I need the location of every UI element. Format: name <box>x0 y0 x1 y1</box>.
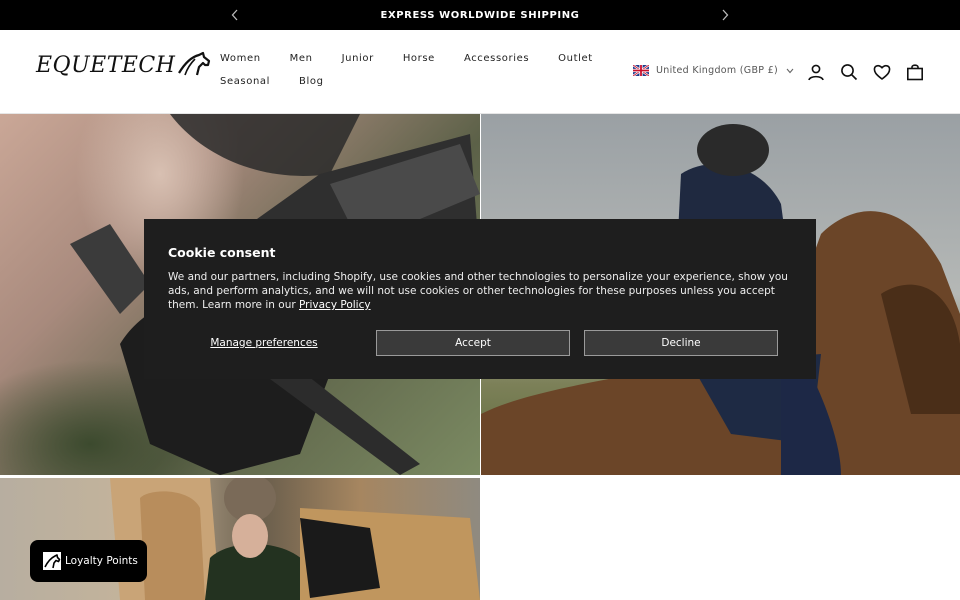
announcement-bar: EXPRESS WORLDWIDE SHIPPING <box>0 0 960 30</box>
horse-head-logo-icon <box>178 51 211 76</box>
cookie-consent-banner: Cookie consent We and our partners, incl… <box>144 219 816 379</box>
brand-name: EQUETECH <box>36 52 176 78</box>
nav-row-primary: Women Men Junior Horse Accessories Outle… <box>220 53 620 68</box>
country-selector[interactable]: United Kingdom (GBP £) <box>633 65 794 76</box>
nav-item-outlet[interactable]: Outlet <box>558 53 593 68</box>
nav-item-women[interactable]: Women <box>220 53 261 68</box>
nav-item-accessories[interactable]: Accessories <box>464 53 529 68</box>
search-icon[interactable] <box>839 62 859 82</box>
uk-flag-icon <box>633 65 649 76</box>
privacy-policy-link[interactable]: Privacy Policy <box>299 299 371 311</box>
brand-logo[interactable]: EQUETECH <box>36 50 211 80</box>
nav-item-men[interactable]: Men <box>290 53 313 68</box>
account-icon[interactable] <box>806 62 826 82</box>
wishlist-heart-icon[interactable] <box>872 62 892 82</box>
cookie-actions: Manage preferences Accept Decline <box>168 330 778 356</box>
cookie-body-text: We and our partners, including Shopify, … <box>168 271 788 311</box>
site-header: EQUETECH Women Men Junior Horse Accessor… <box>0 30 960 114</box>
cart-bag-icon[interactable] <box>905 62 925 82</box>
nav-item-seasonal[interactable]: Seasonal <box>220 76 270 91</box>
cookie-body: We and our partners, including Shopify, … <box>168 270 792 312</box>
accept-button[interactable]: Accept <box>376 330 570 356</box>
decline-button[interactable]: Decline <box>584 330 778 356</box>
nav-item-horse[interactable]: Horse <box>403 53 435 68</box>
nav-item-junior[interactable]: Junior <box>342 53 374 68</box>
loyalty-label: Loyalty Points <box>65 555 138 567</box>
chevron-down-icon <box>786 68 794 73</box>
cookie-title: Cookie consent <box>168 245 276 260</box>
chevron-left-icon[interactable] <box>227 7 243 23</box>
nav-row-secondary: Seasonal Blog <box>220 76 620 91</box>
main-nav: Women Men Junior Horse Accessories Outle… <box>220 53 620 99</box>
manage-preferences-link[interactable]: Manage preferences <box>168 330 360 356</box>
horse-head-logo-icon <box>43 552 61 570</box>
nav-item-blog[interactable]: Blog <box>299 76 324 91</box>
country-label: United Kingdom (GBP £) <box>656 65 778 76</box>
loyalty-points-button[interactable]: Loyalty Points <box>30 540 147 582</box>
chevron-right-icon[interactable] <box>717 7 733 23</box>
announcement-text: EXPRESS WORLDWIDE SHIPPING <box>380 9 580 21</box>
